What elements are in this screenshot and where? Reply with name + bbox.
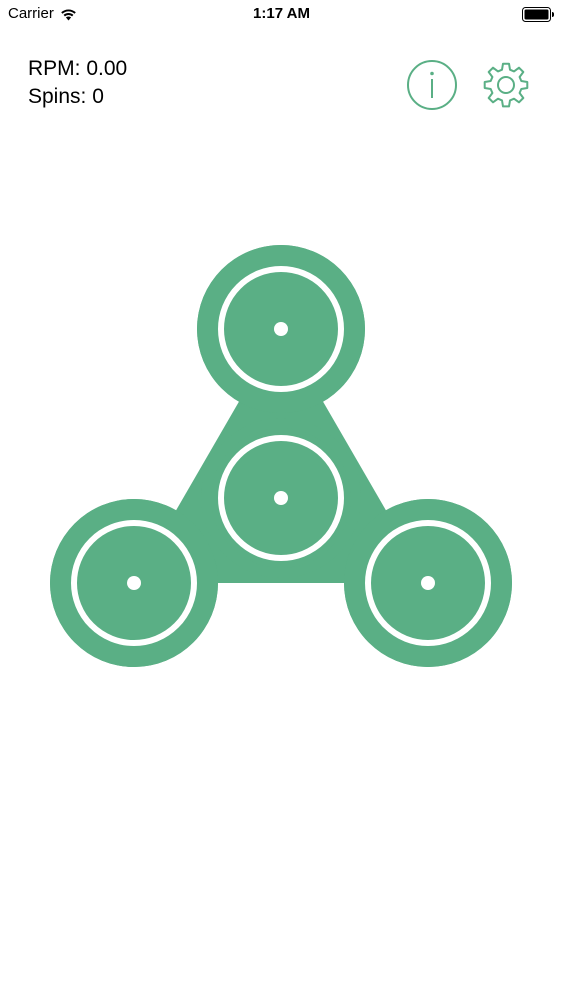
bearing-center-dot [274, 491, 288, 505]
spinner-cutout [360, 324, 528, 492]
bearing-center-dot [127, 576, 141, 590]
spinner-cutout [197, 606, 365, 774]
spinner-cutout [34, 324, 202, 492]
spinner-area [0, 0, 563, 1000]
fidget-spinner[interactable] [0, 0, 563, 1000]
bearing-center-dot [421, 576, 435, 590]
bearing-center-dot [274, 322, 288, 336]
